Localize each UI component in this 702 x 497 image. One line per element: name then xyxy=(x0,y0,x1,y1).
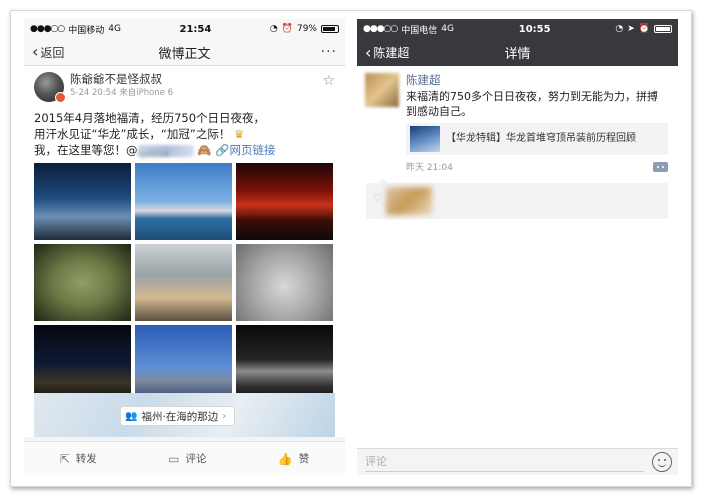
verified-badge-icon xyxy=(55,92,66,103)
page-title: 微博正文 xyxy=(158,46,211,62)
photo-thumb[interactable] xyxy=(236,325,333,402)
moment-author[interactable]: 陈建超 xyxy=(406,73,668,87)
repost-icon: ⇱ xyxy=(59,451,70,466)
thumbs-up-icon: 👍 xyxy=(277,451,293,466)
photo-thumb[interactable] xyxy=(135,163,232,240)
post-action-bar: ⇱ 转发 ▭ 评论 👍 赞 xyxy=(24,441,345,475)
like-button[interactable]: 👍 赞 xyxy=(278,451,309,466)
carrier-label: 中国移动 xyxy=(68,25,105,36)
signal-icon: ●●●○○ xyxy=(363,24,398,34)
chevron-left-icon: ‹ xyxy=(32,42,39,61)
back-button[interactable]: ‹ 返回 xyxy=(32,44,64,61)
status-bar: ●●●○○ 中国移动 4G 21:54 ◔ ⏰ 79% xyxy=(24,19,345,39)
lock-rotation-icon: ◔ xyxy=(615,24,624,34)
weibo-phone: ●●●○○ 中国移动 4G 21:54 ◔ ⏰ 79% ‹ 返回 微博正文 ··… xyxy=(24,19,345,475)
alarm-icon: ⏰ xyxy=(281,24,293,34)
back-label: 陈建超 xyxy=(373,46,410,60)
comment-icon: ▭ xyxy=(168,451,180,466)
article-title: 【华龙特辑】华龙首堆穹顶吊装前历程回顾 xyxy=(446,133,636,144)
nav-bar: ‹ 返回 微博正文 ··· xyxy=(24,39,345,66)
alarm-icon: ⏰ xyxy=(638,24,650,34)
post-header: 陈爺爺不是怪叔叔 5-24 20:54 来自iPhone 6 ☆ xyxy=(34,72,335,106)
clock: 10:55 xyxy=(518,23,551,35)
photo-grid xyxy=(34,163,333,402)
avatar[interactable] xyxy=(34,72,66,103)
lock-rotation-icon: ◔ xyxy=(269,24,278,34)
location-map[interactable]: 👥 福州·在海的那边 › xyxy=(34,393,335,437)
wechat-phone: ●●●○○ 中国电信 4G 10:55 ◔ ➤ ⏰ ‹ 陈建超 详情 陈建超 来… xyxy=(357,19,678,475)
photo-thumb[interactable] xyxy=(34,325,131,402)
likes-box: ♡ xyxy=(366,178,668,219)
nav-bar: ‹ 陈建超 详情 xyxy=(357,39,678,66)
photo-thumb[interactable] xyxy=(34,244,131,321)
photo-thumb[interactable] xyxy=(135,244,232,321)
comment-label: 评论 xyxy=(185,453,207,465)
repost-label: 转发 xyxy=(75,453,97,465)
moment-time: 昨天 21:04 xyxy=(406,163,453,173)
people-icon: 👥 xyxy=(125,410,138,422)
clock: 21:54 xyxy=(179,23,212,35)
comment-button[interactable]: ▭ 评论 xyxy=(168,451,206,466)
battery-percent: 79% xyxy=(296,24,317,34)
chevron-right-icon: › xyxy=(222,410,227,422)
post-text-line: 用汗水见证“华龙”成长，“加冠”之际！ xyxy=(34,127,231,141)
web-link-icon: 🔗 xyxy=(215,143,230,157)
repost-button[interactable]: ⇱ 转发 xyxy=(60,451,97,466)
heart-icon: ♡ xyxy=(373,193,382,204)
moment-post: 陈建超 来福清的750多个日日夜夜，努力到无能为力，拼搏到感动自己。 【华龙特辑… xyxy=(357,66,678,173)
post-time-source: 5-24 20:54 来自iPhone 6 xyxy=(70,87,316,99)
post-text-line: 我，在这里等您！@ xyxy=(34,143,138,157)
comment-input[interactable] xyxy=(365,452,644,472)
post-author[interactable]: 陈爺爺不是怪叔叔 xyxy=(70,72,316,87)
photo-thumb[interactable] xyxy=(236,244,333,321)
weibo-post: 陈爺爺不是怪叔叔 5-24 20:54 来自iPhone 6 ☆ 2015年4月… xyxy=(24,66,345,437)
mention-link-blurred[interactable]: ty0216 xyxy=(137,144,194,160)
battery-icon xyxy=(320,25,339,33)
favorite-star-icon[interactable]: ☆ xyxy=(322,74,335,88)
web-link[interactable]: 网页链接 xyxy=(229,143,275,157)
crown-emoji-icon: ♛ xyxy=(234,127,245,141)
photo-thumb[interactable] xyxy=(34,163,131,240)
carrier-label: 中国电信 xyxy=(401,25,438,36)
post-time: 5-24 20:54 xyxy=(70,88,117,98)
signal-icon: ●●●○○ xyxy=(30,24,65,34)
photo-thumb[interactable] xyxy=(236,163,333,240)
back-button[interactable]: ‹ 陈建超 xyxy=(365,44,409,61)
post-source: 来自iPhone 6 xyxy=(119,88,174,98)
network-label: 4G xyxy=(441,24,454,34)
back-label: 返回 xyxy=(40,45,65,60)
network-label: 4G xyxy=(108,24,121,34)
chevron-left-icon: ‹ xyxy=(365,42,372,62)
comment-input-bar xyxy=(357,448,678,475)
location-label: 福州·在海的那边 xyxy=(141,410,219,423)
location-arrow-icon: ➤ xyxy=(627,24,635,34)
post-text: 2015年4月落地福清，经历750个日日夜夜， 用汗水见证“华龙”成长，“加冠”… xyxy=(34,110,335,160)
shared-article-card[interactable]: 【华龙特辑】华龙首堆穹顶吊装前历程回顾 xyxy=(406,123,668,155)
like-label: 赞 xyxy=(298,453,310,465)
battery-icon xyxy=(653,25,672,33)
emoji-icon[interactable] xyxy=(652,452,672,472)
article-thumbnail xyxy=(410,126,440,152)
post-text-line: 2015年4月落地福清，经历750个日日夜夜， xyxy=(34,111,266,125)
liker-avatar-blurred[interactable] xyxy=(386,187,432,215)
comment-icon[interactable] xyxy=(653,161,668,172)
more-button[interactable]: ··· xyxy=(321,44,337,60)
status-bar: ●●●○○ 中国电信 4G 10:55 ◔ ➤ ⏰ xyxy=(357,19,678,39)
monkey-emoji-icon: 🙈 xyxy=(197,143,212,157)
photo-thumb[interactable] xyxy=(135,325,232,402)
moment-text: 来福清的750多个日日夜夜，努力到无能为力，拼搏到感动自己。 xyxy=(406,90,658,118)
location-tag[interactable]: 👥 福州·在海的那边 › xyxy=(120,406,236,426)
avatar[interactable] xyxy=(365,73,399,107)
